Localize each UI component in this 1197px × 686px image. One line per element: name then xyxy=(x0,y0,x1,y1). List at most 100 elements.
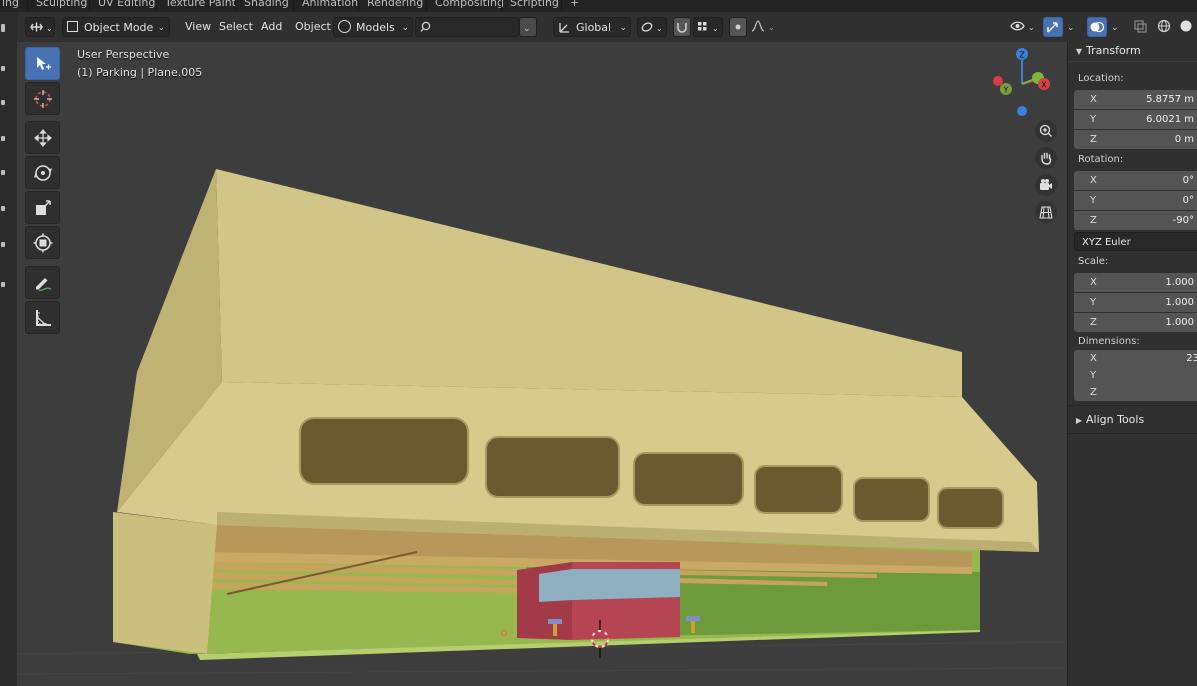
proportional-edit-icon xyxy=(735,24,741,30)
transform-title: Transform xyxy=(1086,44,1141,57)
dimensions-z-field[interactable]: Z xyxy=(1074,384,1197,401)
annotate-tool[interactable] xyxy=(25,266,60,299)
search-dropdown-button[interactable]: ⌄ xyxy=(519,17,537,37)
dimensions-label: Dimensions: xyxy=(1078,336,1140,347)
collection-select[interactable]: Models ⌄ xyxy=(333,17,413,37)
collapse-icon[interactable] xyxy=(1,206,5,211)
chevron-down-icon: ⌄ xyxy=(1111,23,1119,33)
rotation-label: Rotation: xyxy=(1078,154,1124,165)
tab-animation[interactable]: Animation xyxy=(293,0,366,12)
location-y-field[interactable]: Y 6.0021 m xyxy=(1074,110,1197,129)
object-mode-icon xyxy=(67,21,78,32)
overlays-toggle[interactable] xyxy=(1087,17,1107,37)
location-x-field[interactable]: X 5.8757 m xyxy=(1074,90,1197,109)
rotation-y-field[interactable]: Y 0° xyxy=(1074,191,1197,210)
scale-y-field[interactable]: Y 1.000 xyxy=(1074,293,1197,312)
scale-tool[interactable] xyxy=(25,191,60,224)
search-input[interactable] xyxy=(415,17,519,37)
rotation-mode-select[interactable]: XYZ Euler xyxy=(1074,232,1197,251)
scene-canvas[interactable] xyxy=(17,42,1067,686)
gizmo-toggle[interactable] xyxy=(1043,17,1063,37)
perspective-toggle-button[interactable] xyxy=(1035,201,1057,223)
snap-toggle[interactable] xyxy=(673,17,691,37)
navigation-gizmo[interactable]: Z X Y xyxy=(987,44,1057,124)
workspace-tab-bar: ing Sculpting UV Editing Texture Paint S… xyxy=(0,0,1197,12)
axis-label: X xyxy=(1090,277,1097,288)
collapse-icon[interactable] xyxy=(1,66,5,71)
visibility-button[interactable]: ⌄ xyxy=(1009,17,1039,37)
orientation-icon xyxy=(559,23,569,33)
collapse-icon[interactable] xyxy=(1,136,5,141)
proportional-falloff-button[interactable]: ⌄ xyxy=(749,17,779,37)
tab-scripting[interactable]: Scripting xyxy=(501,0,567,12)
editor-type-icon: ⌄ xyxy=(30,22,53,33)
proportional-edit-toggle[interactable] xyxy=(729,17,747,37)
rotate-tool[interactable] xyxy=(25,156,60,189)
rotation-x-field[interactable]: X 0° xyxy=(1074,171,1197,190)
collapse-icon[interactable] xyxy=(1,100,5,105)
tab-texture-paint[interactable]: Texture Paint xyxy=(156,0,244,12)
transform-tool[interactable] xyxy=(25,226,60,259)
scale-z-field[interactable]: Z 1.000 xyxy=(1074,313,1197,332)
select-box-tool[interactable] xyxy=(25,47,60,80)
collapse-icon[interactable] xyxy=(1,170,5,175)
add-workspace-button[interactable]: + xyxy=(561,0,587,12)
location-x-value: 5.8757 m xyxy=(1146,94,1194,105)
falloff-curve-icon: ⌄ xyxy=(751,20,775,32)
xray-toggle[interactable] xyxy=(1131,17,1151,37)
wireframe-shading-button[interactable] xyxy=(1155,17,1175,37)
menu-select[interactable]: Select xyxy=(213,17,259,37)
eye-icon: ⌄ xyxy=(1010,21,1035,32)
viewport-header: ⌄ Object Mode ⌄ View Select Add Object Mo… xyxy=(17,12,1197,42)
axis-label: Y xyxy=(1090,195,1097,206)
rotation-z-field[interactable]: Z -90° xyxy=(1074,211,1197,230)
chevron-down-icon: ⌄ xyxy=(523,24,531,34)
align-tools-title: Align Tools xyxy=(1086,413,1145,426)
align-tools-panel-header[interactable]: ▶ Align Tools xyxy=(1068,410,1197,430)
camera-view-button[interactable] xyxy=(1035,174,1057,196)
tab-rendering[interactable]: Rendering xyxy=(358,0,431,12)
svg-text:⌄: ⌄ xyxy=(768,23,775,32)
collapse-icon[interactable] xyxy=(1,282,5,287)
editor-type-icon[interactable] xyxy=(1,24,5,32)
mode-select[interactable]: Object Mode ⌄ xyxy=(62,17,170,37)
menu-add[interactable]: Add xyxy=(255,17,288,37)
gizmo-icon xyxy=(1047,22,1058,33)
snap-target-button[interactable]: ⌄ xyxy=(693,17,723,37)
solid-shading-button[interactable] xyxy=(1177,17,1197,37)
menu-object[interactable]: Object xyxy=(289,17,337,37)
3d-viewport[interactable]: User Perspective (1) Parking | Plane.005… xyxy=(17,42,1067,686)
pan-button[interactable] xyxy=(1035,147,1057,169)
editor-type-button[interactable]: ⌄ xyxy=(25,17,55,37)
gizmo-dropdown[interactable]: ⌄ xyxy=(1065,17,1079,37)
scale-label: Scale: xyxy=(1078,256,1109,267)
dimensions-x-field[interactable]: X 23 xyxy=(1074,350,1197,367)
transform-panel-header[interactable]: ▼ Transform xyxy=(1068,41,1197,61)
tab-shading[interactable]: Shading xyxy=(235,0,297,12)
tab-sculpting[interactable]: Sculpting xyxy=(27,0,95,12)
transform-orientation-select[interactable]: Global ⌄ xyxy=(553,17,631,37)
triangle-down-icon: ▼ xyxy=(1075,47,1083,56)
location-z-field[interactable]: Z 0 m xyxy=(1074,130,1197,149)
search-icon xyxy=(420,21,431,32)
pivot-point-button[interactable]: ⌄ xyxy=(637,17,667,37)
tab-uv-editing[interactable]: UV Editing xyxy=(89,0,163,12)
collapse-icon[interactable] xyxy=(1,242,5,247)
rotation-z-value: -90° xyxy=(1172,215,1194,226)
rotation-mode-label: XYZ Euler xyxy=(1082,237,1131,248)
tab-compositing[interactable]: Compositing xyxy=(426,0,512,12)
move-tool[interactable] xyxy=(25,121,60,154)
cursor-tool[interactable] xyxy=(25,82,60,115)
dimensions-y-field[interactable]: Y xyxy=(1074,367,1197,384)
scale-x-field[interactable]: X 1.000 xyxy=(1074,273,1197,292)
tab-modeling[interactable]: ing xyxy=(0,0,27,12)
overlays-dropdown[interactable]: ⌄ xyxy=(1109,17,1123,37)
menu-view[interactable]: View xyxy=(179,17,217,37)
hand-icon xyxy=(1041,152,1052,165)
rotation-x-value: 0° xyxy=(1182,175,1194,186)
measure-tool[interactable] xyxy=(25,301,60,334)
axis-label: Y xyxy=(1090,370,1097,381)
zoom-button[interactable] xyxy=(1035,120,1057,142)
grid-snap-icon: ⌄ xyxy=(698,22,719,33)
svg-text:⌄: ⌄ xyxy=(46,24,53,33)
